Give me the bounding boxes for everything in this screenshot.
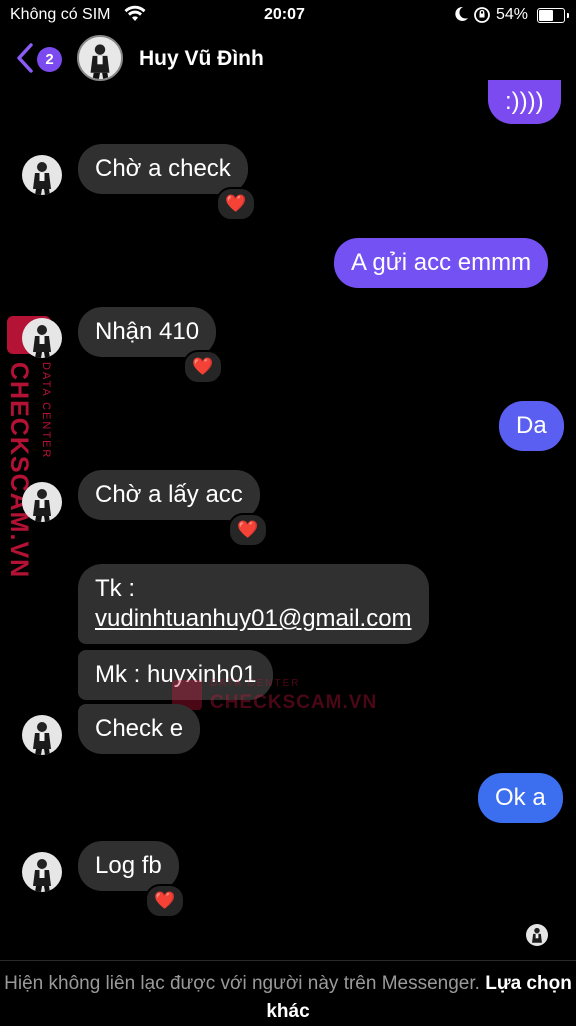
message-bubble-incoming[interactable]: Chờ a check xyxy=(78,144,248,194)
seen-avatar xyxy=(526,924,548,946)
footer-notice: Hiện không liên lạc được với người này t… xyxy=(0,970,576,1026)
watermark-brand: CHECKSCAM.VN xyxy=(5,362,33,579)
watermark-tagline: DATA CENTER xyxy=(40,362,52,460)
status-bar: Không có SIM 20:07 54% xyxy=(0,0,576,30)
watermark-tagline: DATA CENTER xyxy=(210,678,301,689)
battery-percent: 54% xyxy=(496,6,529,23)
message-bubble-incoming[interactable]: Chờ a lấy acc xyxy=(78,470,260,520)
orientation-lock-icon xyxy=(473,6,491,29)
message-bubble-outgoing[interactable]: Da xyxy=(499,401,564,451)
sender-avatar[interactable] xyxy=(22,318,62,358)
sender-avatar[interactable] xyxy=(22,852,62,892)
battery-icon xyxy=(537,8,569,23)
contact-name[interactable]: Huy Vũ Đình xyxy=(139,47,264,71)
account-label: Tk : xyxy=(95,575,135,602)
watermark-logo-center: DATA CENTER CHECKSCAM.VN xyxy=(172,676,376,716)
message-bubble-outgoing[interactable]: A gửi acc emmm xyxy=(334,238,549,288)
chevron-left-icon[interactable] xyxy=(14,41,36,75)
heart-reaction-icon[interactable]: ❤️ xyxy=(183,350,223,384)
contact-avatar[interactable] xyxy=(77,35,123,81)
heart-reaction-icon[interactable]: ❤️ xyxy=(228,513,268,547)
message-bubble-outgoing[interactable]: :)))) xyxy=(488,80,561,124)
message-bubble-outgoing[interactable]: Ok a xyxy=(478,773,563,823)
message-bubble-incoming[interactable]: Tk : vudinhtuanhuy01@gmail.com xyxy=(78,564,429,644)
sender-avatar[interactable] xyxy=(22,482,62,522)
watermark-brand: CHECKSCAM.VN xyxy=(210,692,378,713)
email-link[interactable]: vudinhtuanhuy01@gmail.com xyxy=(95,604,412,634)
heart-reaction-icon[interactable]: ❤️ xyxy=(216,187,256,221)
unread-badge[interactable]: 2 xyxy=(37,47,62,72)
sender-avatar[interactable] xyxy=(22,155,62,195)
footer-divider xyxy=(0,960,576,961)
wifi-icon xyxy=(124,5,146,28)
carrier-label: Không có SIM xyxy=(10,6,111,23)
moon-icon xyxy=(453,5,469,28)
clock: 20:07 xyxy=(264,6,305,23)
message-bubble-incoming[interactable]: Check e xyxy=(78,704,201,754)
heart-reaction-icon[interactable]: ❤️ xyxy=(145,884,185,918)
unreachable-notice: Hiện không liên lạc được với người này t… xyxy=(4,973,480,994)
sender-avatar[interactable] xyxy=(22,715,62,755)
